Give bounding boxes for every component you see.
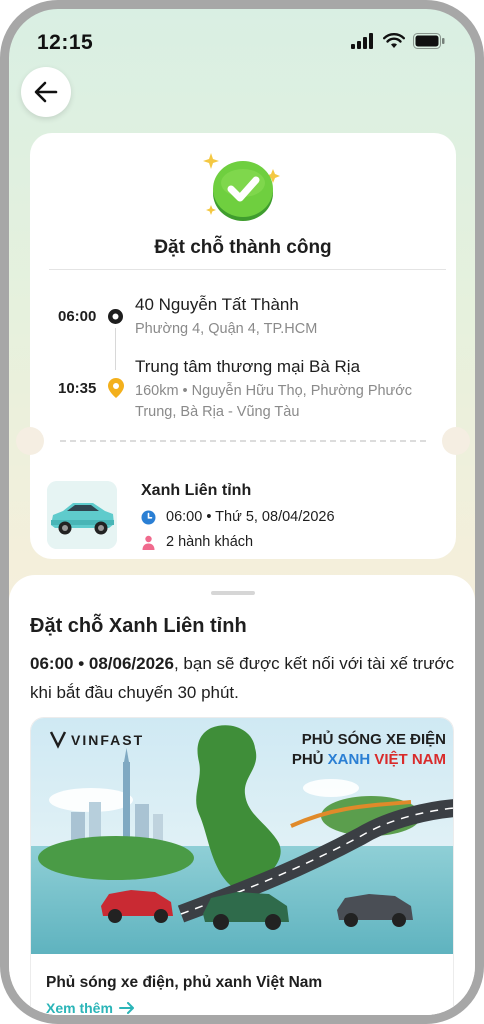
schedule-text: 06:00 • Thứ 5, 08/04/2026 xyxy=(166,509,335,525)
status-icons xyxy=(351,33,445,49)
location-pin-icon xyxy=(108,378,124,398)
arrow-right-icon xyxy=(118,1002,134,1014)
promo-headline-line1: PHỦ SÓNG XE ĐIỆN xyxy=(302,730,446,748)
route-line xyxy=(115,328,116,370)
pickup-address-subtitle: Phường 4, Quận 4, TP.HCM xyxy=(135,321,318,337)
signal-icon xyxy=(351,33,373,49)
promo-headline-line2: PHỦ XANH VIỆT NAM xyxy=(292,750,446,768)
promo-title: Phủ sóng xe điện, phủ xanh Việt Nam xyxy=(46,974,323,991)
pickup-time: 06:00 xyxy=(58,308,97,325)
dropoff-address-subtitle: 160km • Nguyễn Hữu Thọ, Phường Phước Tru… xyxy=(135,383,413,420)
status-bar: 12:15 xyxy=(9,9,475,69)
arrow-left-icon xyxy=(34,81,58,103)
promo-card[interactable]: VINFAST PHỦ SÓNG XE ĐIỆN PHỦ XANH VIỆT N… xyxy=(30,717,454,1016)
vehicle-image xyxy=(47,481,117,549)
sheet-title: Đặt chỗ Xanh Liên tỉnh xyxy=(30,615,247,637)
dropoff-time: 10:35 xyxy=(58,380,97,397)
service-name: Xanh Liên tỉnh xyxy=(141,482,252,499)
bottom-sheet: Đặt chỗ Xanh Liên tỉnh 06:00 • 08/06/202… xyxy=(9,575,475,1016)
sheet-drag-handle[interactable] xyxy=(211,591,255,595)
see-more-link[interactable]: Xem thêm xyxy=(46,1000,135,1016)
pickup-dot-icon xyxy=(108,309,123,324)
phone-screen: 12:15 Đặt chỗ thành công 06:00 40 Nguyễn… xyxy=(0,0,484,1024)
booking-summary-card: Đặt chỗ thành công 06:00 40 Nguyễn Tất T… xyxy=(16,133,470,559)
success-check-icon xyxy=(201,147,285,227)
sheet-description: 06:00 • 08/06/2026, bạn sẽ được kết nối … xyxy=(30,649,460,707)
promo-brand: VINFAST xyxy=(71,732,144,748)
success-title: Đặt chỗ thành công xyxy=(154,237,332,258)
dropoff-address-title: Trung tâm thương mại Bà Rịa xyxy=(135,357,361,376)
clock-icon xyxy=(141,510,156,524)
wifi-icon xyxy=(383,33,405,48)
passengers-row: 2 hành khách xyxy=(141,534,253,550)
person-icon xyxy=(142,535,155,550)
see-more-label: Xem thêm xyxy=(46,1000,113,1016)
sheet-description-time: 06:00 • 08/06/2026 xyxy=(30,654,174,673)
passengers-text: 2 hành khách xyxy=(166,534,254,550)
back-button[interactable] xyxy=(21,67,71,117)
pickup-address-title: 40 Nguyễn Tất Thành xyxy=(135,295,299,314)
promo-banner-image: VINFAST PHỦ SÓNG XE ĐIỆN PHỦ XANH VIỆT N… xyxy=(31,718,453,954)
status-time: 12:15 xyxy=(37,31,94,54)
battery-icon xyxy=(413,33,445,49)
schedule-row: 06:00 • Thứ 5, 08/04/2026 xyxy=(141,509,335,525)
